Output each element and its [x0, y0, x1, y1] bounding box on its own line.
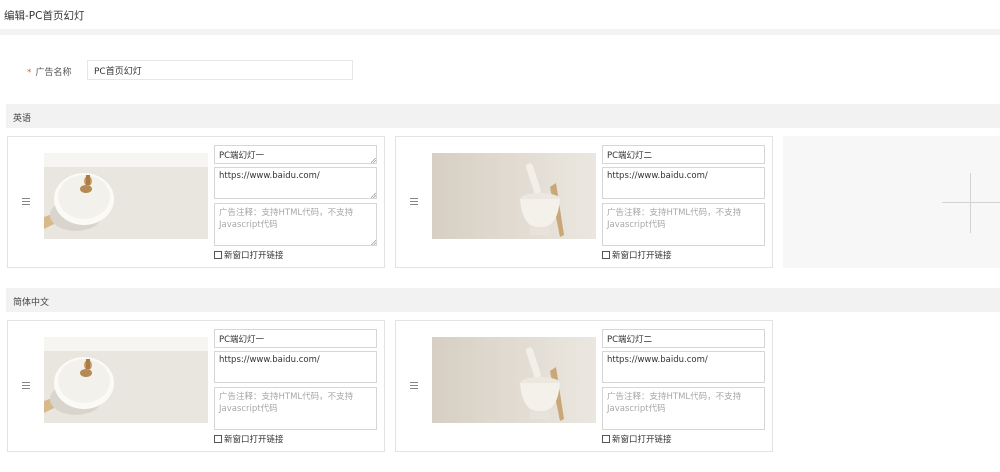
teapot-lid-image	[44, 337, 208, 423]
mortar-pestle-image	[432, 337, 596, 423]
new-window-checkbox[interactable]	[214, 435, 222, 443]
slide-note-input[interactable]	[602, 387, 765, 430]
section-header-simplified-chinese: 简体中文	[6, 288, 1000, 312]
slide-url-input[interactable]: https://www.baidu.com/	[602, 167, 765, 199]
drag-handle-icon[interactable]	[410, 382, 418, 389]
add-slide-button[interactable]	[783, 136, 1000, 268]
plus-icon	[970, 173, 971, 233]
ad-name-label-text: 广告名称	[35, 68, 72, 78]
drag-handle-icon[interactable]	[22, 198, 30, 205]
ad-name-input[interactable]	[87, 60, 353, 80]
slide-card: PC端幻灯一 https://www.baidu.com/ 新窗口打开链接	[7, 320, 385, 452]
new-window-label: 新窗口打开链接	[224, 251, 284, 261]
new-window-checkbox[interactable]	[602, 435, 610, 443]
slide-card: PC端幻灯一 https://www.baidu.com/ 新窗口打开链接	[7, 136, 385, 268]
section-label: 简体中文	[13, 298, 50, 308]
slide-card: PC端幻灯二 https://www.baidu.com/ 新窗口打开链接	[395, 136, 773, 268]
slide-title-input[interactable]: PC端幻灯二	[602, 329, 765, 348]
new-window-checkbox[interactable]	[602, 251, 610, 259]
slide-title-input[interactable]: PC端幻灯一	[214, 329, 377, 348]
page-header: 编辑-PC首页幻灯	[0, 0, 1000, 35]
ad-name-row: * 广告名称	[0, 60, 1000, 82]
new-window-label: 新窗口打开链接	[224, 435, 284, 445]
new-window-option[interactable]: 新窗口打开链接	[602, 249, 672, 261]
slide-url-input[interactable]: https://www.baidu.com/	[602, 351, 765, 383]
page-title: 编辑-PC首页幻灯	[4, 10, 85, 22]
new-window-option[interactable]: 新窗口打开链接	[214, 433, 284, 445]
new-window-label: 新窗口打开链接	[612, 435, 672, 445]
section-label: 英语	[13, 114, 32, 124]
required-mark: *	[27, 68, 32, 78]
slide-note-input[interactable]	[214, 387, 377, 430]
slide-url-input[interactable]: https://www.baidu.com/	[214, 167, 377, 199]
drag-handle-icon[interactable]	[22, 382, 30, 389]
plus-icon	[942, 202, 1000, 203]
slide-title-input[interactable]: PC端幻灯一	[214, 145, 377, 164]
slide-card: PC端幻灯二 https://www.baidu.com/ 新窗口打开链接	[395, 320, 773, 452]
ad-name-label: * 广告名称	[27, 65, 72, 78]
slide-url-input[interactable]: https://www.baidu.com/	[214, 351, 377, 383]
slide-note-input[interactable]	[602, 203, 765, 246]
teapot-lid-image	[44, 153, 208, 239]
drag-handle-icon[interactable]	[410, 198, 418, 205]
slide-title-input[interactable]: PC端幻灯二	[602, 145, 765, 164]
new-window-checkbox[interactable]	[214, 251, 222, 259]
mortar-pestle-image	[432, 153, 596, 239]
new-window-option[interactable]: 新窗口打开链接	[214, 249, 284, 261]
section-header-english: 英语	[6, 104, 1000, 128]
slide-note-input[interactable]	[214, 203, 377, 246]
new-window-option[interactable]: 新窗口打开链接	[602, 433, 672, 445]
new-window-label: 新窗口打开链接	[612, 251, 672, 261]
